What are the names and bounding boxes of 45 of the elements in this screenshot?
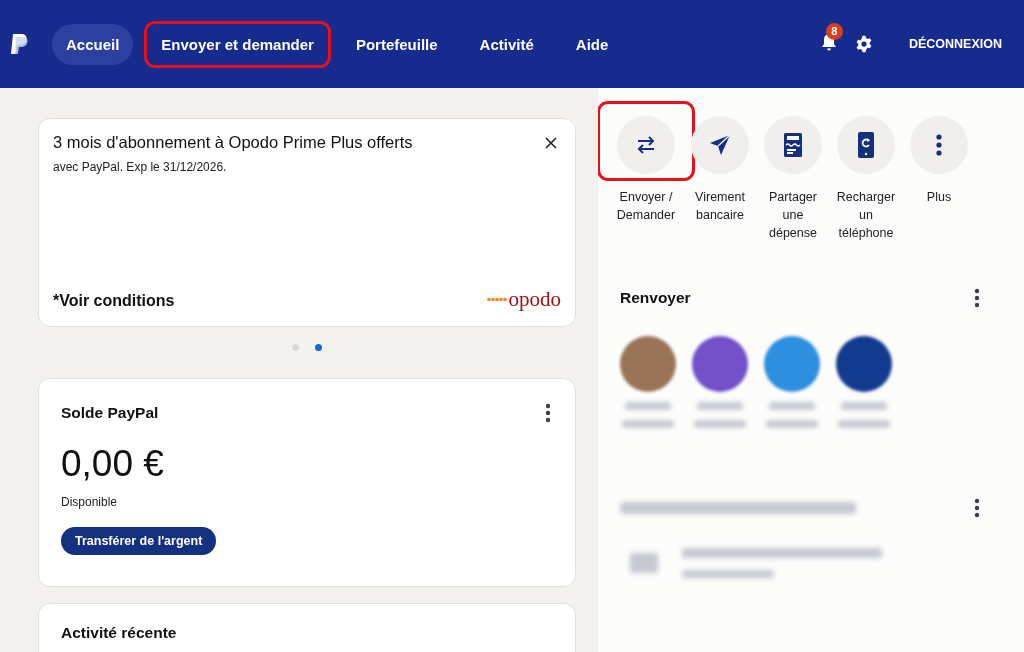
more-options-icon[interactable] <box>545 403 551 423</box>
more-options-icon <box>936 134 942 156</box>
more-options-icon[interactable] <box>974 498 980 518</box>
action-button[interactable]: Virement bancaire <box>685 108 755 242</box>
brand-logo: opodo <box>486 289 561 310</box>
phone-refresh-icon <box>858 132 874 158</box>
carousel-dot[interactable] <box>292 344 299 351</box>
blurred-name <box>769 402 815 410</box>
more-options-icon[interactable] <box>974 288 980 308</box>
resend-title: Renvoyer <box>620 289 691 307</box>
nav-tab[interactable]: Envoyer et demander <box>147 23 328 65</box>
balance-title: Solde PayPal <box>61 404 159 422</box>
blurred-name <box>694 420 746 428</box>
close-icon[interactable] <box>545 137 557 149</box>
blurred-name <box>625 402 671 410</box>
logo-icon[interactable] <box>10 32 30 56</box>
blurred-avatar[interactable] <box>692 336 748 392</box>
blurred-name <box>841 402 887 410</box>
blurred-avatar[interactable] <box>836 336 892 392</box>
nav-tab[interactable]: Aide <box>561 23 623 65</box>
promo-subtitle: avec PayPal. Exp le 31/12/2026. <box>53 160 228 174</box>
balance-amount: 0,00 € <box>61 445 165 482</box>
nav-tab[interactable]: Accueil <box>52 23 134 65</box>
action-button[interactable]: Recharger un téléphone <box>831 108 901 242</box>
paper-plane-icon <box>708 133 732 157</box>
receipt-icon <box>784 133 802 157</box>
blurred-name <box>766 420 818 428</box>
nav-tab[interactable]: Activité <box>465 23 548 65</box>
carousel-dot[interactable] <box>315 344 322 351</box>
action-button[interactable]: Partager une dépense <box>758 108 828 242</box>
transfer-button[interactable]: Transférer de l'argent <box>61 527 217 555</box>
recent-activity-title: Activité récente <box>61 624 178 642</box>
notification-badge: 8 <box>825 23 843 40</box>
terms-link[interactable]: *Voir conditions <box>53 292 175 310</box>
balance-caption: Disponible <box>61 495 119 509</box>
blurred-name <box>838 420 890 428</box>
blurred-name <box>622 420 674 428</box>
promo-title: 3 mois d'abonnement à Opodo Prime Plus offerts <box>53 133 413 152</box>
logout-link[interactable]: DÉCONNEXION <box>894 25 1016 63</box>
blurred-icon <box>630 553 658 573</box>
action-button[interactable]: Plus <box>904 108 974 242</box>
swap-arrows-icon <box>635 134 657 156</box>
settings-icon[interactable] <box>854 35 873 53</box>
nav-tab[interactable]: Portefeuille <box>341 23 452 65</box>
blurred-name <box>697 402 743 410</box>
